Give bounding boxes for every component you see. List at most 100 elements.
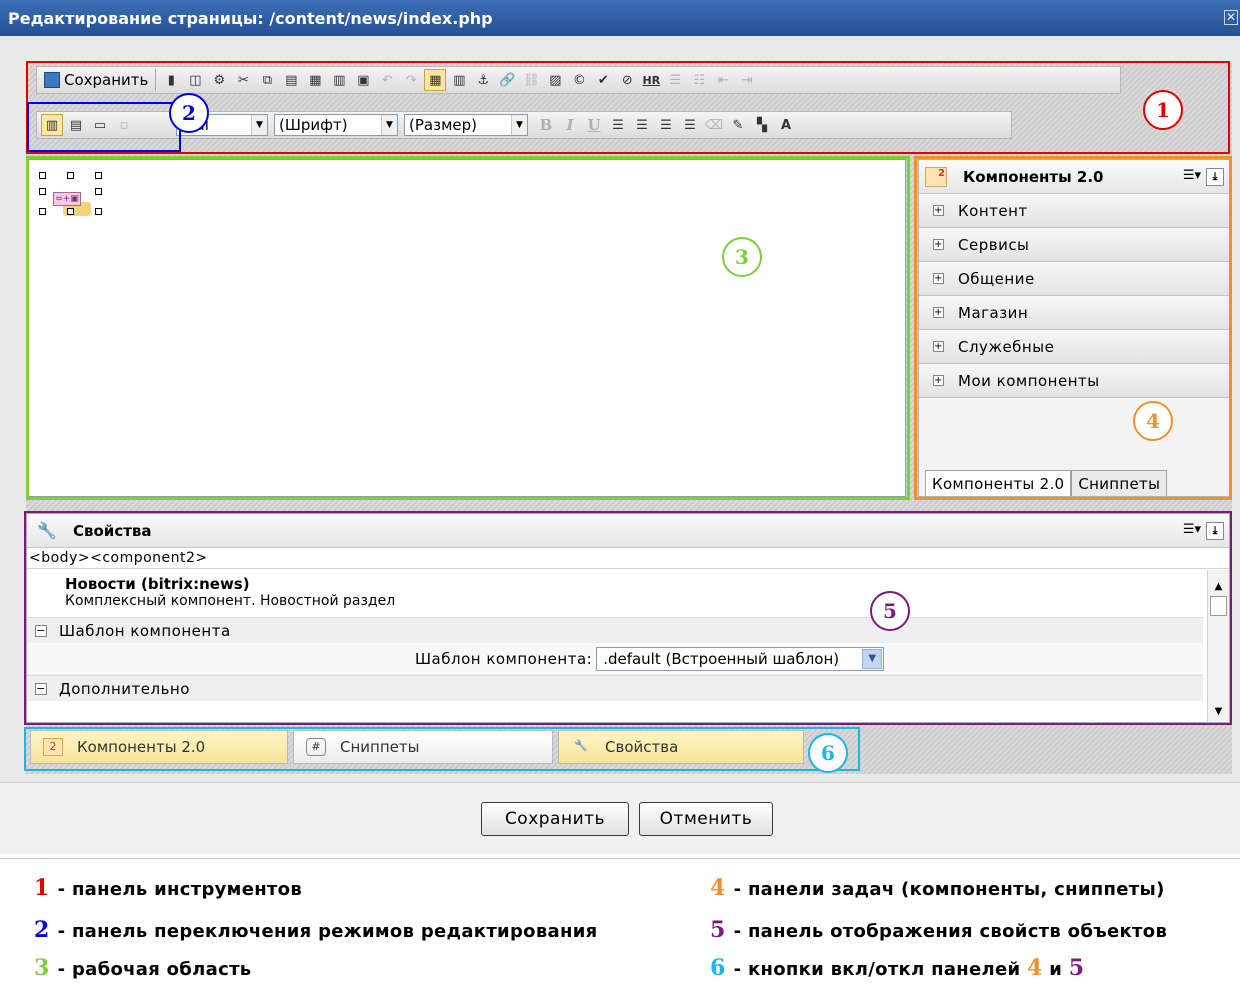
toolbar-save-button[interactable]: Сохранить bbox=[40, 69, 152, 91]
group-label: Мои компоненты bbox=[958, 371, 1100, 390]
legend-number: 2 bbox=[34, 917, 50, 943]
expand-icon: + bbox=[933, 205, 944, 216]
frame-icon[interactable]: ◫ bbox=[184, 69, 206, 91]
component-group-content[interactable]: + Контент bbox=[919, 194, 1229, 228]
chevron-down-icon: ▼ bbox=[862, 648, 883, 669]
panel-pin-icon[interactable]: ⤓ bbox=[1206, 168, 1224, 186]
background-color-icon[interactable]: A bbox=[775, 114, 797, 136]
cancel-button[interactable]: Отменить bbox=[639, 802, 773, 836]
component-group-service[interactable]: + Служебные bbox=[919, 330, 1229, 364]
group-label: Служебные bbox=[958, 337, 1055, 356]
clean-icon[interactable]: ✎ bbox=[727, 114, 749, 136]
redo-icon[interactable]: ↷ bbox=[400, 69, 422, 91]
component-group-communication[interactable]: + Общение bbox=[919, 262, 1229, 296]
align-justify-icon[interactable]: ☰ bbox=[679, 114, 701, 136]
scroll-thumb[interactable] bbox=[1210, 596, 1227, 616]
indent-icon[interactable]: ⇥ bbox=[736, 69, 758, 91]
section-additional[interactable]: − Дополнительно bbox=[27, 675, 1203, 701]
wysiwyg-mode-icon[interactable]: ▥ bbox=[41, 114, 63, 136]
legend-number: 6 bbox=[710, 955, 726, 981]
align-left-icon[interactable]: ☰ bbox=[607, 114, 629, 136]
tab-snippets[interactable]: Сниппеты bbox=[1071, 470, 1168, 496]
underline-button[interactable]: U bbox=[583, 114, 605, 136]
undo-icon[interactable]: ↶ bbox=[376, 69, 398, 91]
component-name: Новости (bitrix:news) bbox=[65, 575, 250, 593]
component-group-my[interactable]: + Мои компоненты bbox=[919, 364, 1229, 398]
toggle-snippets-button[interactable]: # Сниппеты bbox=[293, 730, 553, 764]
settings-icon[interactable]: ⚙ bbox=[208, 69, 230, 91]
unordered-list-icon[interactable]: ☷ bbox=[688, 69, 710, 91]
components-panel: 2 Компоненты 2.0 ☰▾ ⤓ + Контент + Сервисы … bbox=[918, 159, 1230, 497]
page-icon[interactable]: ▮ bbox=[160, 69, 182, 91]
align-center-icon[interactable]: ☰ bbox=[631, 114, 653, 136]
bold-button[interactable]: B bbox=[535, 114, 557, 136]
copy-icon[interactable]: ⧉ bbox=[256, 69, 278, 91]
scroll-down-icon[interactable]: ▼ bbox=[1210, 703, 1227, 720]
toggle-components-button[interactable]: 2 Компоненты 2.0 bbox=[30, 730, 288, 764]
collapse-icon: − bbox=[35, 623, 47, 637]
table-border-icon[interactable]: ▦ bbox=[424, 69, 447, 91]
code-mode-icon[interactable]: ▤ bbox=[65, 114, 87, 136]
properties-panel-header: 🔧 Свойства ☰▾ ⤓ bbox=[27, 514, 1229, 548]
component-group-services[interactable]: + Сервисы bbox=[919, 228, 1229, 262]
resize-handle[interactable] bbox=[95, 208, 102, 215]
expand-icon: + bbox=[933, 239, 944, 250]
compare-mode-icon[interactable]: ▫ bbox=[113, 114, 135, 136]
cut-icon[interactable]: ✂ bbox=[232, 69, 254, 91]
close-icon[interactable]: ✕ bbox=[1224, 10, 1238, 25]
component-description: Комплексный компонент. Новостной раздел bbox=[65, 593, 396, 609]
table-icon[interactable]: ▥ bbox=[448, 69, 470, 91]
resize-handle[interactable] bbox=[39, 208, 46, 215]
resize-handle[interactable] bbox=[67, 172, 74, 179]
panel-menu-icon[interactable]: ☰▾ bbox=[1183, 522, 1201, 537]
panel-menu-icon[interactable]: ☰▾ bbox=[1183, 168, 1201, 183]
panel-pin-icon[interactable]: ⤓ bbox=[1206, 522, 1224, 540]
flash-icon[interactable]: ⊘ bbox=[616, 69, 638, 91]
hr-icon[interactable]: HR bbox=[640, 69, 662, 91]
outdent-icon[interactable]: ⇤ bbox=[712, 69, 734, 91]
resize-handle[interactable] bbox=[95, 172, 102, 179]
resize-handle[interactable] bbox=[67, 208, 74, 215]
component-group-shop[interactable]: + Магазин bbox=[919, 296, 1229, 330]
toggle-label: Компоненты 2.0 bbox=[77, 738, 206, 756]
select-all-icon[interactable]: ▣ bbox=[352, 69, 374, 91]
properties-scrollbar[interactable]: ▲ ▼ bbox=[1207, 570, 1229, 722]
legend-text: - кнопки вкл/откл панелей bbox=[733, 959, 1021, 980]
save-button[interactable]: Сохранить bbox=[481, 802, 629, 836]
paste-icon[interactable]: ▤ bbox=[280, 69, 302, 91]
copyright-icon[interactable]: © bbox=[568, 69, 590, 91]
template-select[interactable]: .default (Встроенный шаблон) ▼ bbox=[596, 646, 885, 671]
tab-components[interactable]: Компоненты 2.0 bbox=[925, 470, 1072, 496]
link-icon[interactable]: 🔗 bbox=[496, 69, 518, 91]
marker-3: 3 bbox=[722, 237, 762, 277]
paste-word-icon[interactable]: ▦ bbox=[304, 69, 326, 91]
resize-handle[interactable] bbox=[39, 188, 46, 195]
components-panel-title: Компоненты 2.0 bbox=[963, 167, 1104, 186]
legend-item-6: 6 - кнопки вкл/откл панелей 4 и 5 bbox=[710, 955, 1084, 981]
paste-text-icon[interactable]: ▥ bbox=[328, 69, 350, 91]
spellcheck-icon[interactable]: ✔ bbox=[592, 69, 614, 91]
marker-6: 6 bbox=[808, 733, 848, 773]
scroll-up-icon[interactable]: ▲ bbox=[1210, 578, 1227, 595]
resize-handle[interactable] bbox=[95, 188, 102, 195]
eraser-icon[interactable]: ⌫ bbox=[703, 114, 725, 136]
align-right-icon[interactable]: ☰ bbox=[655, 114, 677, 136]
unlink-icon[interactable]: ⛓ bbox=[520, 69, 542, 91]
split-mode-icon[interactable]: ▭ bbox=[89, 114, 111, 136]
snippets-icon: # bbox=[306, 738, 326, 756]
chevron-down-icon: ▼ bbox=[251, 115, 267, 135]
group-label: Общение bbox=[958, 269, 1035, 288]
ordered-list-icon[interactable]: ☰ bbox=[664, 69, 686, 91]
size-select[interactable]: (Размер) ▼ bbox=[404, 114, 528, 136]
toggle-properties-button[interactable]: 🔧 Свойства bbox=[558, 730, 804, 764]
section-template[interactable]: − Шаблон компонента bbox=[27, 617, 1203, 643]
resize-handle[interactable] bbox=[39, 172, 46, 179]
font-select[interactable]: (Шрифт) ▼ bbox=[274, 114, 398, 136]
wrench-icon: 🔧 bbox=[574, 739, 588, 752]
text-color-icon[interactable]: ▚ bbox=[751, 114, 773, 136]
image-icon[interactable]: ▨ bbox=[544, 69, 566, 91]
work-area[interactable]: =+▣ bbox=[28, 159, 906, 497]
italic-button[interactable]: I bbox=[559, 114, 581, 136]
component-placeholder[interactable]: =+▣ bbox=[39, 172, 109, 218]
anchor-icon[interactable]: ⚓ bbox=[472, 69, 494, 91]
